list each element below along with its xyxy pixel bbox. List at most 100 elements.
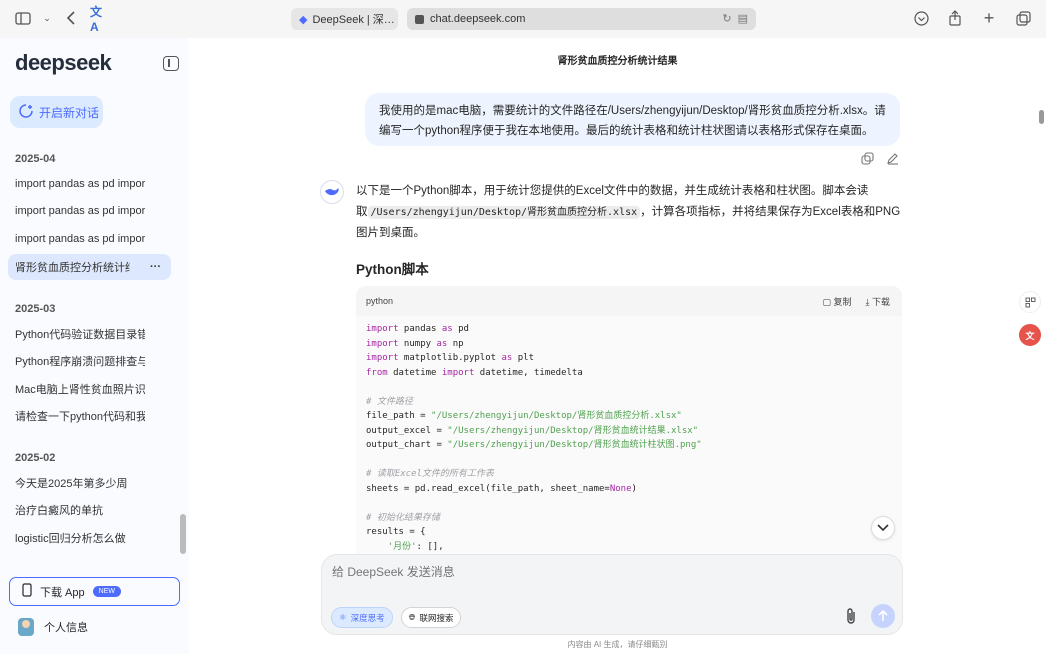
- avatar: [18, 618, 34, 636]
- chat-history-item[interactable]: Python程序崩溃问题排查与解决方: [8, 348, 171, 374]
- chat-history-label: Python程序崩溃问题排查与解决方: [15, 356, 145, 368]
- date-group-label: 2025-04: [15, 153, 56, 165]
- new-badge: NEW: [92, 586, 121, 597]
- reload-icon[interactable]: ↻: [722, 12, 731, 25]
- tab-overview-icon[interactable]: [1014, 9, 1032, 27]
- date-group-label: 2025-02: [15, 452, 56, 464]
- translate-icon[interactable]: 文A: [90, 5, 108, 34]
- chat-history-item[interactable]: import pandas as pd import nur: [8, 171, 171, 197]
- send-button[interactable]: [871, 604, 895, 628]
- toolbar-right: +: [912, 8, 1032, 28]
- message-input[interactable]: [332, 565, 832, 579]
- profile-label: 个人信息: [44, 622, 88, 634]
- sidebar-toggle-icon[interactable]: [14, 9, 32, 27]
- atom-icon: ⚛: [339, 612, 347, 622]
- code-string: "/Users/zhengyijun/Desktop/肾形贫血统计结果.xlsx…: [447, 425, 699, 436]
- chat-history-item[interactable]: logistic回归分析怎么做: [8, 525, 171, 551]
- chat-history-item[interactable]: 请检查一下python代码和我发给你: [8, 403, 171, 429]
- code-string: "/Users/zhengyijun/Desktop/肾形贫血统计柱状图.png…: [447, 440, 702, 450]
- chat-history-item[interactable]: 治疗白癜风的单抗: [8, 497, 171, 523]
- copy-icon[interactable]: [861, 152, 874, 170]
- download-code-button[interactable]: ⤓ 下载: [866, 295, 891, 308]
- deep-think-toggle[interactable]: ⚛ 深度思考: [331, 607, 393, 628]
- tab-title: DeepSeek | 深…: [312, 14, 395, 26]
- code-comment: # 文件路径: [366, 396, 413, 407]
- browser-toolbar: ⌄ 文A ◆ DeepSeek | 深… chat.deepseek.com ↻…: [0, 0, 1046, 38]
- chat-history-item[interactable]: import pandas as pd import nur: [8, 198, 171, 224]
- code-block: python ▢ 复制 ⤓ 下载 import pandas as pd imp…: [356, 286, 902, 566]
- more-options-icon[interactable]: ···: [150, 261, 161, 273]
- conversation-title: 肾形贫血质控分析统计结果: [557, 56, 678, 67]
- chat-history-label: logistic回归分析怎么做: [15, 533, 126, 545]
- share-icon[interactable]: [946, 9, 964, 27]
- code-token: as: [436, 338, 448, 349]
- url-text: chat.deepseek.com: [430, 13, 526, 25]
- browser-tab[interactable]: ◆ DeepSeek | 深…: [291, 8, 398, 30]
- profile-button[interactable]: 个人信息: [18, 618, 88, 636]
- sidebar-scrollbar[interactable]: [180, 514, 186, 554]
- code-token: import: [366, 338, 399, 349]
- main-scrollbar[interactable]: [1039, 110, 1044, 124]
- code-token: datetime: [387, 367, 442, 378]
- chat-history-item[interactable]: 今天是2025年第多少周: [8, 470, 171, 496]
- chat-history-item-active[interactable]: 肾形贫血质控分析统计结果 ···: [8, 254, 171, 280]
- new-chat-label: 开启新对话: [39, 105, 100, 120]
- globe-icon: 🌐︎: [408, 612, 416, 622]
- chat-history-label: Mac电脑上肾性贫血照片识别模型: [15, 384, 145, 396]
- qr-extension-icon[interactable]: [1019, 291, 1041, 313]
- toolbar-left: ⌄ 文A: [14, 5, 108, 34]
- code-token: file_path =: [366, 411, 432, 421]
- code-comment: # 读取Excel文件的所有工作表: [366, 469, 494, 479]
- code-token: None: [609, 483, 632, 494]
- new-chat-button[interactable]: 开启新对话: [10, 96, 103, 128]
- code-token: pandas: [398, 324, 442, 334]
- deepseek-whale-icon: [320, 180, 344, 204]
- code-token: : [],: [416, 541, 444, 552]
- address-bar[interactable]: chat.deepseek.com ↻ ▤: [407, 8, 756, 30]
- chat-history-label: import pandas as pd import nur: [15, 178, 145, 190]
- message-actions: [861, 152, 899, 170]
- copy-code-button[interactable]: ▢ 复制: [822, 295, 851, 308]
- code-language: python: [366, 296, 394, 306]
- download-label: 下载: [871, 296, 890, 307]
- reader-icon[interactable]: ▤: [738, 12, 748, 25]
- code-token: output_chart =: [366, 440, 448, 450]
- new-tab-icon[interactable]: +: [980, 8, 998, 28]
- phone-icon: [22, 583, 32, 600]
- paperclip-icon[interactable]: [845, 607, 857, 630]
- download-icon[interactable]: [912, 9, 930, 27]
- chat-history-label: import pandas as pd import nur: [15, 205, 145, 217]
- url-actions: ↻ ▤: [722, 12, 748, 25]
- sidebar: deepseek 开启新对话 2025-04 import pandas as …: [0, 38, 189, 654]
- assistant-message: 以下是一个Python脚本，用于统计您提供的Excel文件中的数据，并生成统计表…: [356, 181, 906, 244]
- code-token: plt: [512, 353, 534, 363]
- chat-history-item[interactable]: import pandas as pd import nur: [8, 226, 171, 252]
- chat-history-label: 肾形贫血质控分析统计结果: [15, 262, 130, 274]
- chat-history-item[interactable]: Mac电脑上肾性贫血照片识别模型: [8, 376, 171, 402]
- web-search-toggle[interactable]: 🌐︎ 联网搜索: [400, 607, 462, 628]
- chevron-down-icon[interactable]: ⌄: [42, 9, 52, 27]
- code-token: import: [366, 324, 399, 334]
- download-app-button[interactable]: 下载 App NEW: [9, 577, 180, 606]
- chat-history-item[interactable]: Python代码验证数据目录错误排查: [8, 321, 171, 347]
- back-icon[interactable]: [62, 9, 80, 27]
- scroll-down-button[interactable]: [871, 516, 895, 540]
- code-token: matplotlib.pyplot: [398, 353, 502, 363]
- logo: deepseek: [15, 50, 112, 75]
- collapse-sidebar-icon[interactable]: [163, 56, 179, 71]
- code-token: import: [366, 353, 399, 363]
- code-token: as: [441, 324, 453, 334]
- web-search-label: 联网搜索: [419, 612, 454, 623]
- translate-extension-icon[interactable]: 文: [1019, 324, 1041, 346]
- message-composer: ⚛ 深度思考 🌐︎ 联网搜索: [321, 554, 903, 635]
- site-icon: [415, 14, 424, 24]
- download-app-label: 下载 App: [40, 586, 85, 599]
- code-token: datetime, timedelta: [474, 367, 583, 378]
- code-token: numpy: [398, 338, 437, 349]
- code-token: pd: [452, 324, 469, 334]
- code-token: as: [501, 353, 513, 363]
- inline-code: /Users/zhengyijun/Desktop/肾形贫血质控分析.xlsx: [367, 206, 641, 219]
- code-actions: ▢ 复制 ⤓ 下载: [822, 295, 890, 308]
- edit-icon[interactable]: [886, 152, 899, 170]
- deepseek-favicon-icon: ◆: [299, 13, 308, 26]
